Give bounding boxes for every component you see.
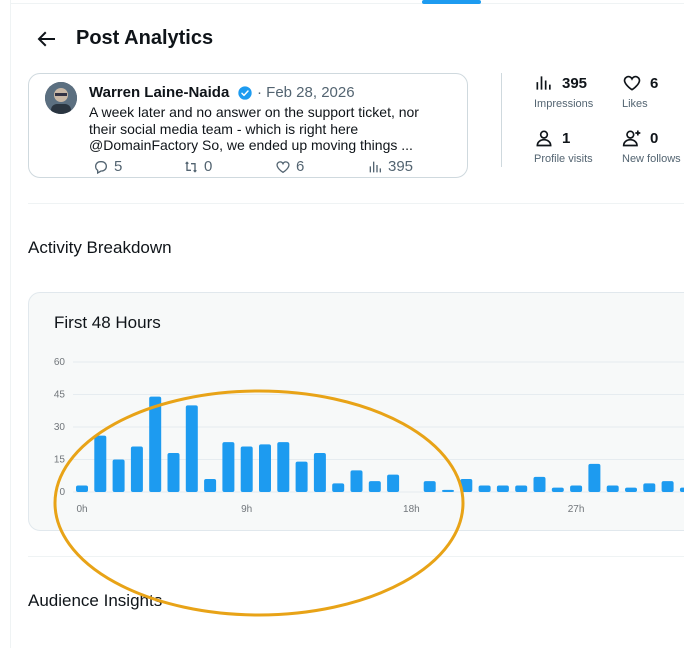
chart-card: First 48 Hours 0 15 30 45 60 0h 9h 18h 27h	[28, 292, 684, 531]
y-tick-label: 15	[54, 455, 66, 466]
chart-bar[interactable]	[643, 483, 656, 492]
y-tick-label: 30	[54, 422, 66, 433]
chart-bar[interactable]	[661, 481, 674, 492]
views-count: 395	[388, 158, 414, 175]
likes-label: Likes	[622, 98, 648, 110]
chart-bar[interactable]	[259, 444, 271, 492]
repost-count: 0	[204, 158, 213, 175]
y-tick-label: 45	[54, 390, 66, 401]
like-stat[interactable]: 6	[275, 158, 304, 175]
chart-bar[interactable]	[313, 453, 326, 492]
chart-bar[interactable]	[570, 485, 583, 493]
post-stats: 5 0 6 395	[29, 158, 469, 176]
metric-likes: 6 Likes	[622, 73, 684, 111]
chart-bar[interactable]	[387, 474, 400, 492]
chart-bar[interactable]	[167, 453, 180, 492]
person-add-icon	[622, 130, 641, 147]
activity-bar-chart: 0 15 30 45 60 0h 9h 18h 27h	[54, 357, 684, 515]
repost-stat[interactable]: 0	[183, 158, 212, 175]
like-count: 6	[296, 158, 305, 175]
avatar[interactable]	[45, 82, 77, 114]
new-follows-value: 0	[650, 129, 659, 147]
person-icon	[536, 130, 552, 147]
chart-bar[interactable]	[94, 435, 107, 492]
chart-bar[interactable]	[625, 487, 637, 492]
profile-visits-label: Profile visits	[534, 153, 593, 165]
x-tick-label: 0h	[76, 504, 87, 515]
chart-bar[interactable]	[277, 442, 290, 492]
chart-bar[interactable]	[442, 489, 454, 492]
post-text: A week later and no answer on the suppor…	[89, 104, 459, 154]
left-border	[10, 0, 11, 648]
post-card[interactable]: Warren Laine-Naida · Feb 28, 2026 A week…	[28, 73, 468, 178]
vertical-divider	[501, 73, 502, 167]
chart-bar[interactable]	[496, 485, 509, 493]
page-title: Post Analytics	[76, 27, 214, 49]
chart-bar[interactable]	[76, 485, 88, 493]
heart-icon	[623, 75, 641, 91]
section-divider	[28, 556, 684, 557]
chart-bar[interactable]	[240, 446, 253, 493]
activity-breakdown-title: Activity Breakdown	[28, 238, 172, 257]
x-tick-label: 9h	[241, 504, 252, 515]
section-divider	[28, 203, 684, 204]
chart-bar[interactable]	[478, 485, 491, 493]
back-button[interactable]	[34, 27, 58, 51]
y-tick-label: 0	[59, 487, 65, 498]
x-tick-label: 18h	[403, 504, 420, 515]
chart-bar[interactable]	[350, 470, 363, 492]
chart-bar[interactable]	[588, 463, 601, 492]
verified-badge-icon	[238, 86, 252, 100]
heart-icon	[276, 160, 290, 173]
chart-bar[interactable]	[460, 479, 473, 492]
post-text-line: their social media team - which is right…	[89, 120, 359, 137]
y-tick-label: 60	[54, 357, 66, 368]
chart-bar[interactable]	[332, 483, 345, 492]
metric-impressions: 395 Impressions	[534, 73, 634, 111]
post-text-line: A week later and no answer on the suppor…	[89, 104, 419, 120]
chart-bar[interactable]	[423, 481, 436, 492]
chart-bar[interactable]	[679, 487, 684, 492]
impressions-value: 395	[562, 74, 588, 92]
chart-bar[interactable]	[185, 405, 198, 492]
audience-insights-title: Audience Insights	[28, 591, 163, 610]
chart-bar[interactable]	[222, 442, 235, 492]
reply-stat[interactable]: 5	[93, 158, 122, 175]
reply-icon	[95, 160, 107, 174]
active-tab-indicator	[422, 0, 481, 4]
post-text-line: @DomainFactory So, we ended up moving th…	[89, 137, 413, 153]
impressions-label: Impressions	[534, 98, 594, 110]
x-tick-label: 27h	[568, 504, 585, 515]
views-icon	[369, 161, 381, 172]
chart-bar[interactable]	[130, 446, 143, 493]
arrow-left-icon	[37, 31, 55, 47]
post-author[interactable]: Warren Laine-Naida	[89, 84, 229, 101]
metric-new-follows: 0 New follows	[622, 128, 684, 166]
chart-bar[interactable]	[515, 485, 528, 493]
chart-bar[interactable]	[368, 481, 381, 492]
top-border	[10, 3, 684, 4]
repost-icon	[185, 160, 197, 173]
reply-count: 5	[114, 158, 123, 175]
chart-bar[interactable]	[551, 487, 564, 492]
chart-bar[interactable]	[606, 485, 619, 493]
bar-chart-icon	[536, 76, 551, 90]
chart-bar[interactable]	[533, 476, 546, 492]
chart-bar[interactable]	[295, 461, 308, 492]
new-follows-label: New follows	[622, 153, 681, 165]
profile-visits-value: 1	[562, 129, 571, 147]
post-date[interactable]: · Feb 28, 2026	[257, 84, 355, 101]
chart-bar[interactable]	[204, 479, 217, 492]
views-stat[interactable]: 395	[367, 158, 413, 175]
likes-value: 6	[650, 74, 659, 92]
metric-profile-visits: 1 Profile visits	[534, 128, 634, 166]
chart-bar[interactable]	[149, 396, 162, 492]
chart-bar[interactable]	[112, 459, 125, 493]
